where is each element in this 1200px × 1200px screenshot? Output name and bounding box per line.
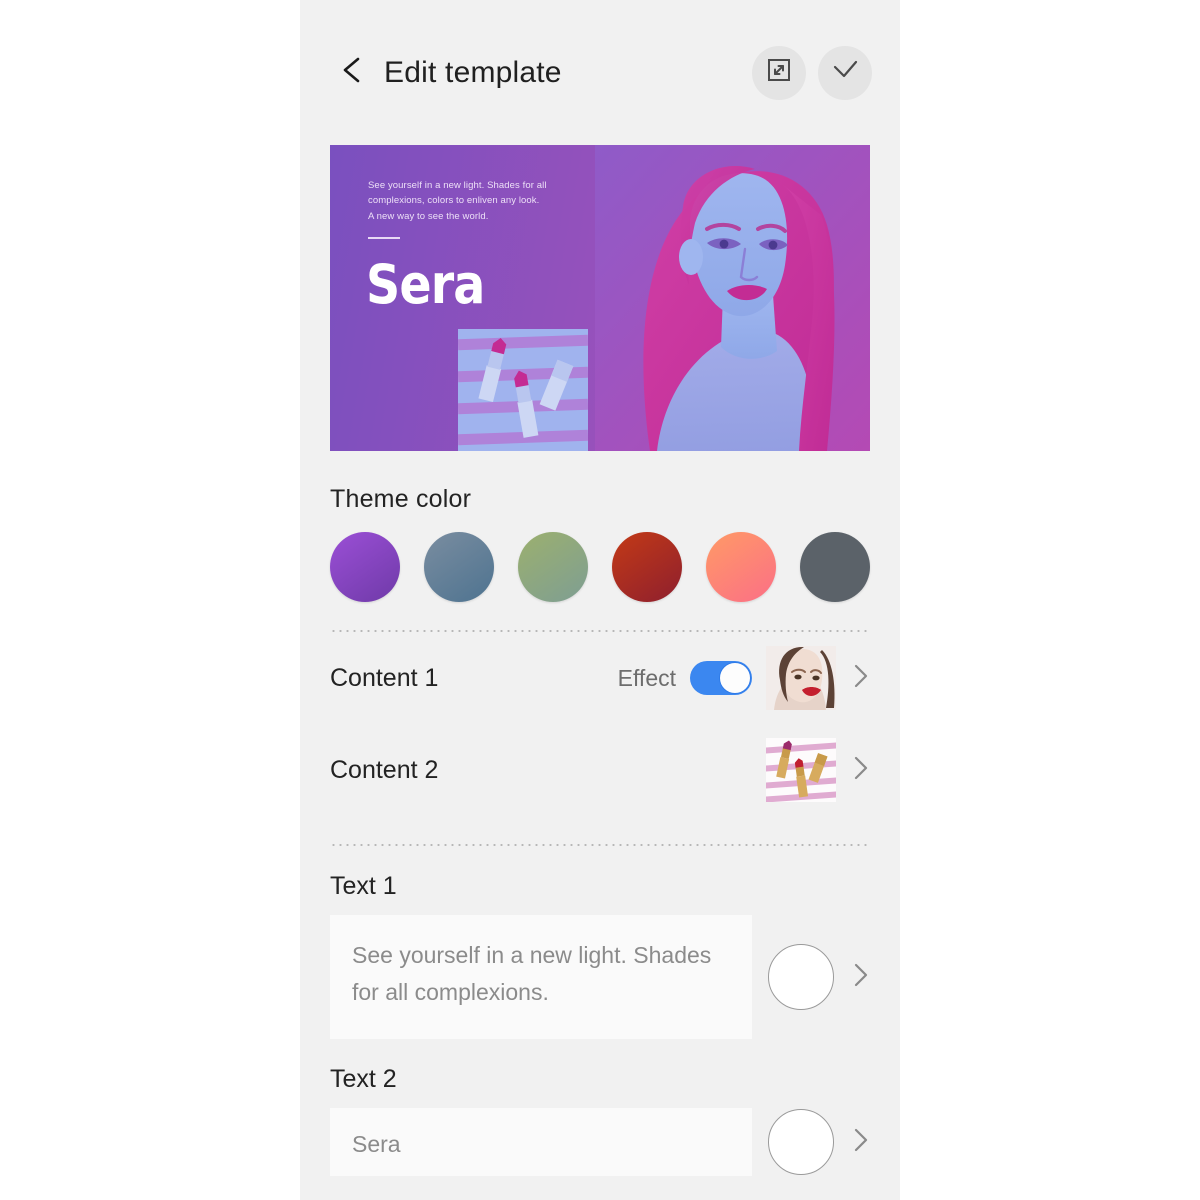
content-2-chevron[interactable] xyxy=(850,755,872,786)
content-1-thumbnail[interactable] xyxy=(766,646,836,710)
text-1-chevron[interactable] xyxy=(850,962,872,993)
banner-body-line-2: complexions, colors to enliven any look. xyxy=(368,195,540,207)
theme-swatch-purple-violet[interactable] xyxy=(330,532,400,602)
content-1-label: Content 1 xyxy=(330,663,439,692)
text-2-input[interactable] xyxy=(330,1108,752,1176)
template-preview-banner[interactable]: See yourself in a new light. Shades for … xyxy=(330,145,870,451)
theme-swatch-coral-pink[interactable] xyxy=(706,532,776,602)
text-2-row xyxy=(330,1108,872,1176)
banner-portrait-image xyxy=(595,145,870,451)
app-header: Edit template xyxy=(300,0,900,145)
expand-button[interactable] xyxy=(752,45,806,100)
content-2-controls xyxy=(766,738,872,802)
theme-swatch-dark-slate-gray[interactable] xyxy=(800,532,870,602)
effect-toggle[interactable] xyxy=(690,661,752,695)
banner-body-line-1: See yourself in a new light. Shades for … xyxy=(368,180,547,191)
banner-headline: Sera xyxy=(366,253,485,316)
expand-fullscreen-icon xyxy=(766,57,792,88)
check-icon xyxy=(830,57,860,88)
text-2-color-picker[interactable] xyxy=(768,1109,834,1175)
banner-divider-rule xyxy=(368,237,400,239)
theme-color-label: Theme color xyxy=(330,485,472,513)
text-2-chevron[interactable] xyxy=(850,1127,872,1158)
content-row-1[interactable]: Content 1 Effect xyxy=(300,632,900,724)
theme-swatch-crimson-red[interactable] xyxy=(612,532,682,602)
page-title: Edit template xyxy=(384,55,562,89)
content-2-label: Content 2 xyxy=(330,755,439,784)
text-2-block: Text 2 xyxy=(300,1065,900,1176)
edit-template-screen: Edit template See yourself in a new ligh… xyxy=(300,0,900,1200)
header-actions xyxy=(752,45,872,100)
effect-label: Effect xyxy=(617,664,676,691)
back-button[interactable] xyxy=(332,53,372,93)
content-1-controls: Effect xyxy=(618,646,872,710)
content-1-chevron[interactable] xyxy=(850,663,872,694)
content-row-2[interactable]: Content 2 xyxy=(300,724,900,816)
text-1-block: Text 1 xyxy=(300,872,900,1039)
chevron-right-icon xyxy=(853,1127,869,1158)
text-1-color-picker[interactable] xyxy=(768,944,834,1010)
text-1-input[interactable] xyxy=(330,915,752,1039)
content-2-thumbnail[interactable] xyxy=(766,738,836,802)
chevron-right-icon xyxy=(853,755,869,786)
theme-color-swatch-row xyxy=(300,514,900,602)
confirm-button[interactable] xyxy=(818,45,872,100)
text-1-row xyxy=(330,915,872,1039)
banner-product-image xyxy=(458,329,588,451)
chevron-right-icon xyxy=(853,663,869,694)
text-2-label: Text 2 xyxy=(330,1065,397,1093)
chevron-right-icon xyxy=(853,962,869,993)
theme-swatch-slate-blue[interactable] xyxy=(424,532,494,602)
theme-swatch-olive-green[interactable] xyxy=(518,532,588,602)
banner-body-line-3: A new way to see the world. xyxy=(368,210,489,222)
chevron-left-icon xyxy=(339,55,365,90)
effect-toggle-knob xyxy=(719,662,751,694)
text-1-label: Text 1 xyxy=(330,872,397,900)
banner-body-text: See yourself in a new light. Shades for … xyxy=(368,178,568,224)
